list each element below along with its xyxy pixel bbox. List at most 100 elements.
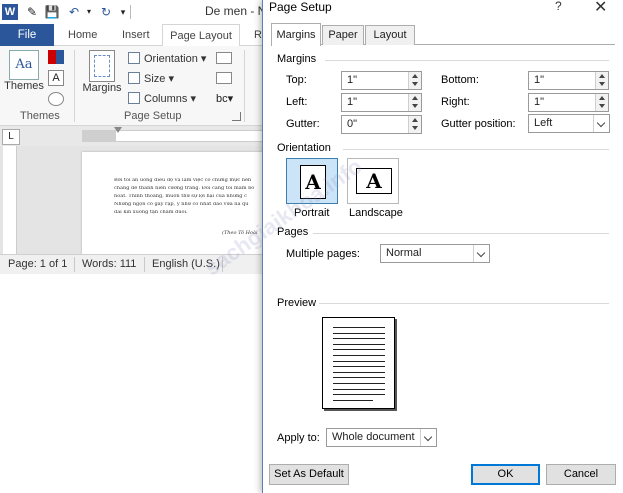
left-margin-input[interactable]: 1" xyxy=(341,93,422,112)
line-numbers-icon[interactable] xyxy=(216,72,232,84)
group-separator xyxy=(74,50,75,122)
gutter-position-select[interactable]: Left xyxy=(528,114,610,133)
document-area: Bởi tôi ăn uống điều độ và làm việc có c… xyxy=(0,146,268,254)
spin-down-icon[interactable] xyxy=(412,104,418,108)
customize-toolbar-icon[interactable]: ▾ xyxy=(118,4,128,20)
status-words[interactable]: Words: 111 xyxy=(82,258,136,270)
right-margin-input[interactable]: 1" xyxy=(528,93,609,112)
top-margin-spinner[interactable] xyxy=(408,72,421,89)
horizontal-ruler: L xyxy=(0,126,268,146)
preview-text-line xyxy=(333,355,385,356)
dialog-title: Page Setup xyxy=(269,0,332,14)
page-setup-launcher-icon[interactable] xyxy=(232,112,241,121)
gutter-input[interactable]: 0" xyxy=(341,115,422,134)
landscape-button[interactable]: A xyxy=(347,158,399,204)
set-as-default-button[interactable]: Set As Default xyxy=(269,464,349,485)
preview-text-line xyxy=(333,394,385,396)
ok-button[interactable]: OK xyxy=(471,464,540,485)
size-button[interactable]: Size ▾ xyxy=(128,72,174,85)
themes-button[interactable]: Aa Themes xyxy=(2,50,46,92)
orientation-icon xyxy=(128,52,140,64)
undo-icon[interactable]: ↶ xyxy=(66,4,82,20)
tab-page-layout[interactable]: Page Layout xyxy=(162,24,240,47)
spin-down-icon[interactable] xyxy=(412,126,418,130)
spin-down-icon[interactable] xyxy=(412,82,418,86)
tab-file[interactable]: File xyxy=(0,24,54,46)
breaks-icon[interactable] xyxy=(216,52,232,64)
spin-down-icon[interactable] xyxy=(599,104,605,108)
preview-text-line xyxy=(333,383,385,384)
undo-dropdown-icon[interactable]: ▾ xyxy=(84,4,94,20)
indent-marker[interactable] xyxy=(114,127,122,133)
status-separator xyxy=(74,257,75,272)
tab-references-partial[interactable]: R xyxy=(254,24,262,46)
top-margin-value: 1" xyxy=(347,74,358,86)
right-margin-spinner[interactable] xyxy=(595,94,608,111)
cancel-button[interactable]: Cancel xyxy=(546,464,616,485)
portrait-button[interactable]: A xyxy=(286,158,338,204)
tab-layout[interactable]: Layout xyxy=(365,25,415,45)
theme-fonts-icon[interactable]: A xyxy=(48,70,64,86)
close-icon[interactable]: ✕ xyxy=(594,0,607,17)
hyphenation-icon[interactable]: bc▾ xyxy=(216,92,233,105)
gutter-spinner[interactable] xyxy=(408,116,421,133)
columns-button[interactable]: Columns ▾ xyxy=(128,92,196,105)
spin-up-icon[interactable] xyxy=(412,118,418,122)
chevron-down-icon[interactable] xyxy=(473,245,489,262)
top-margin-input[interactable]: 1" xyxy=(341,71,422,90)
spin-down-icon[interactable] xyxy=(599,82,605,86)
gutter-label: Gutter: xyxy=(286,118,320,130)
format-painter-icon[interactable]: ✎ xyxy=(24,4,40,20)
status-language[interactable]: English (U.S.) xyxy=(152,258,220,270)
tab-home[interactable]: Home xyxy=(68,24,97,46)
chevron-down-icon[interactable] xyxy=(420,429,436,446)
tab-insert[interactable]: Insert xyxy=(122,24,150,46)
tab-margins[interactable]: Margins xyxy=(271,23,321,46)
theme-effects-icon[interactable] xyxy=(48,92,64,106)
landscape-label[interactable]: Landscape xyxy=(349,207,403,219)
spin-up-icon[interactable] xyxy=(599,96,605,100)
preview-text-line xyxy=(333,371,385,373)
help-icon[interactable]: ? xyxy=(555,0,562,13)
orientation-heading: Orientation xyxy=(277,142,331,154)
group-separator xyxy=(244,50,245,122)
status-separator xyxy=(144,257,145,272)
left-label: Left: xyxy=(286,96,308,108)
tab-selector[interactable]: L xyxy=(2,129,20,145)
spin-up-icon[interactable] xyxy=(599,74,605,78)
left-margin-spinner[interactable] xyxy=(408,94,421,111)
status-page[interactable]: Page: 1 of 1 xyxy=(8,258,67,270)
apply-to-select[interactable]: Whole document xyxy=(326,428,437,447)
orientation-button[interactable]: Orientation ▾ xyxy=(128,52,206,65)
preview-text-line xyxy=(333,343,385,345)
margins-button[interactable]: Margins xyxy=(80,50,124,94)
gutter-position-value: Left xyxy=(534,117,553,129)
title-bar: W ✎ 💾 ↶ ▾ ↻ ▾ De men - N xyxy=(0,0,268,24)
portrait-label[interactable]: Portrait xyxy=(294,207,329,219)
multiple-pages-select[interactable]: Normal xyxy=(380,244,490,263)
save-icon[interactable]: 💾 xyxy=(44,4,60,20)
document-line: Những ngọn cỏ gãy rạp, y như có nhát dao… xyxy=(114,202,249,207)
redo-icon[interactable]: ↻ xyxy=(98,4,114,20)
tab-paper[interactable]: Paper xyxy=(322,25,364,45)
ruler-margin xyxy=(82,130,116,142)
preview-page xyxy=(322,317,395,409)
preview-text-line xyxy=(333,399,373,401)
multiple-pages-label: Multiple pages: xyxy=(286,248,360,260)
top-label: Top: xyxy=(286,74,307,86)
spin-up-icon[interactable] xyxy=(412,74,418,78)
bottom-margin-spinner[interactable] xyxy=(595,72,608,89)
vertical-ruler xyxy=(3,146,17,254)
document-line: chàng dế thanh niên cường tráng. Đôi càn… xyxy=(114,186,255,191)
multiple-pages-value: Normal xyxy=(386,247,422,259)
gutter-value: 0" xyxy=(347,118,358,130)
group-label-page-setup: Page Setup xyxy=(124,110,182,122)
dialog-tabs: Margins Paper Layout xyxy=(271,23,615,46)
document-page[interactable]: Bởi tôi ăn uống điều độ và làm việc có c… xyxy=(82,152,268,254)
left-margin-value: 1" xyxy=(347,96,358,108)
theme-colors-icon[interactable] xyxy=(48,50,64,64)
bottom-margin-input[interactable]: 1" xyxy=(528,71,609,90)
chevron-down-icon[interactable] xyxy=(593,115,609,132)
spin-up-icon[interactable] xyxy=(412,96,418,100)
preview-text-line xyxy=(333,338,385,340)
